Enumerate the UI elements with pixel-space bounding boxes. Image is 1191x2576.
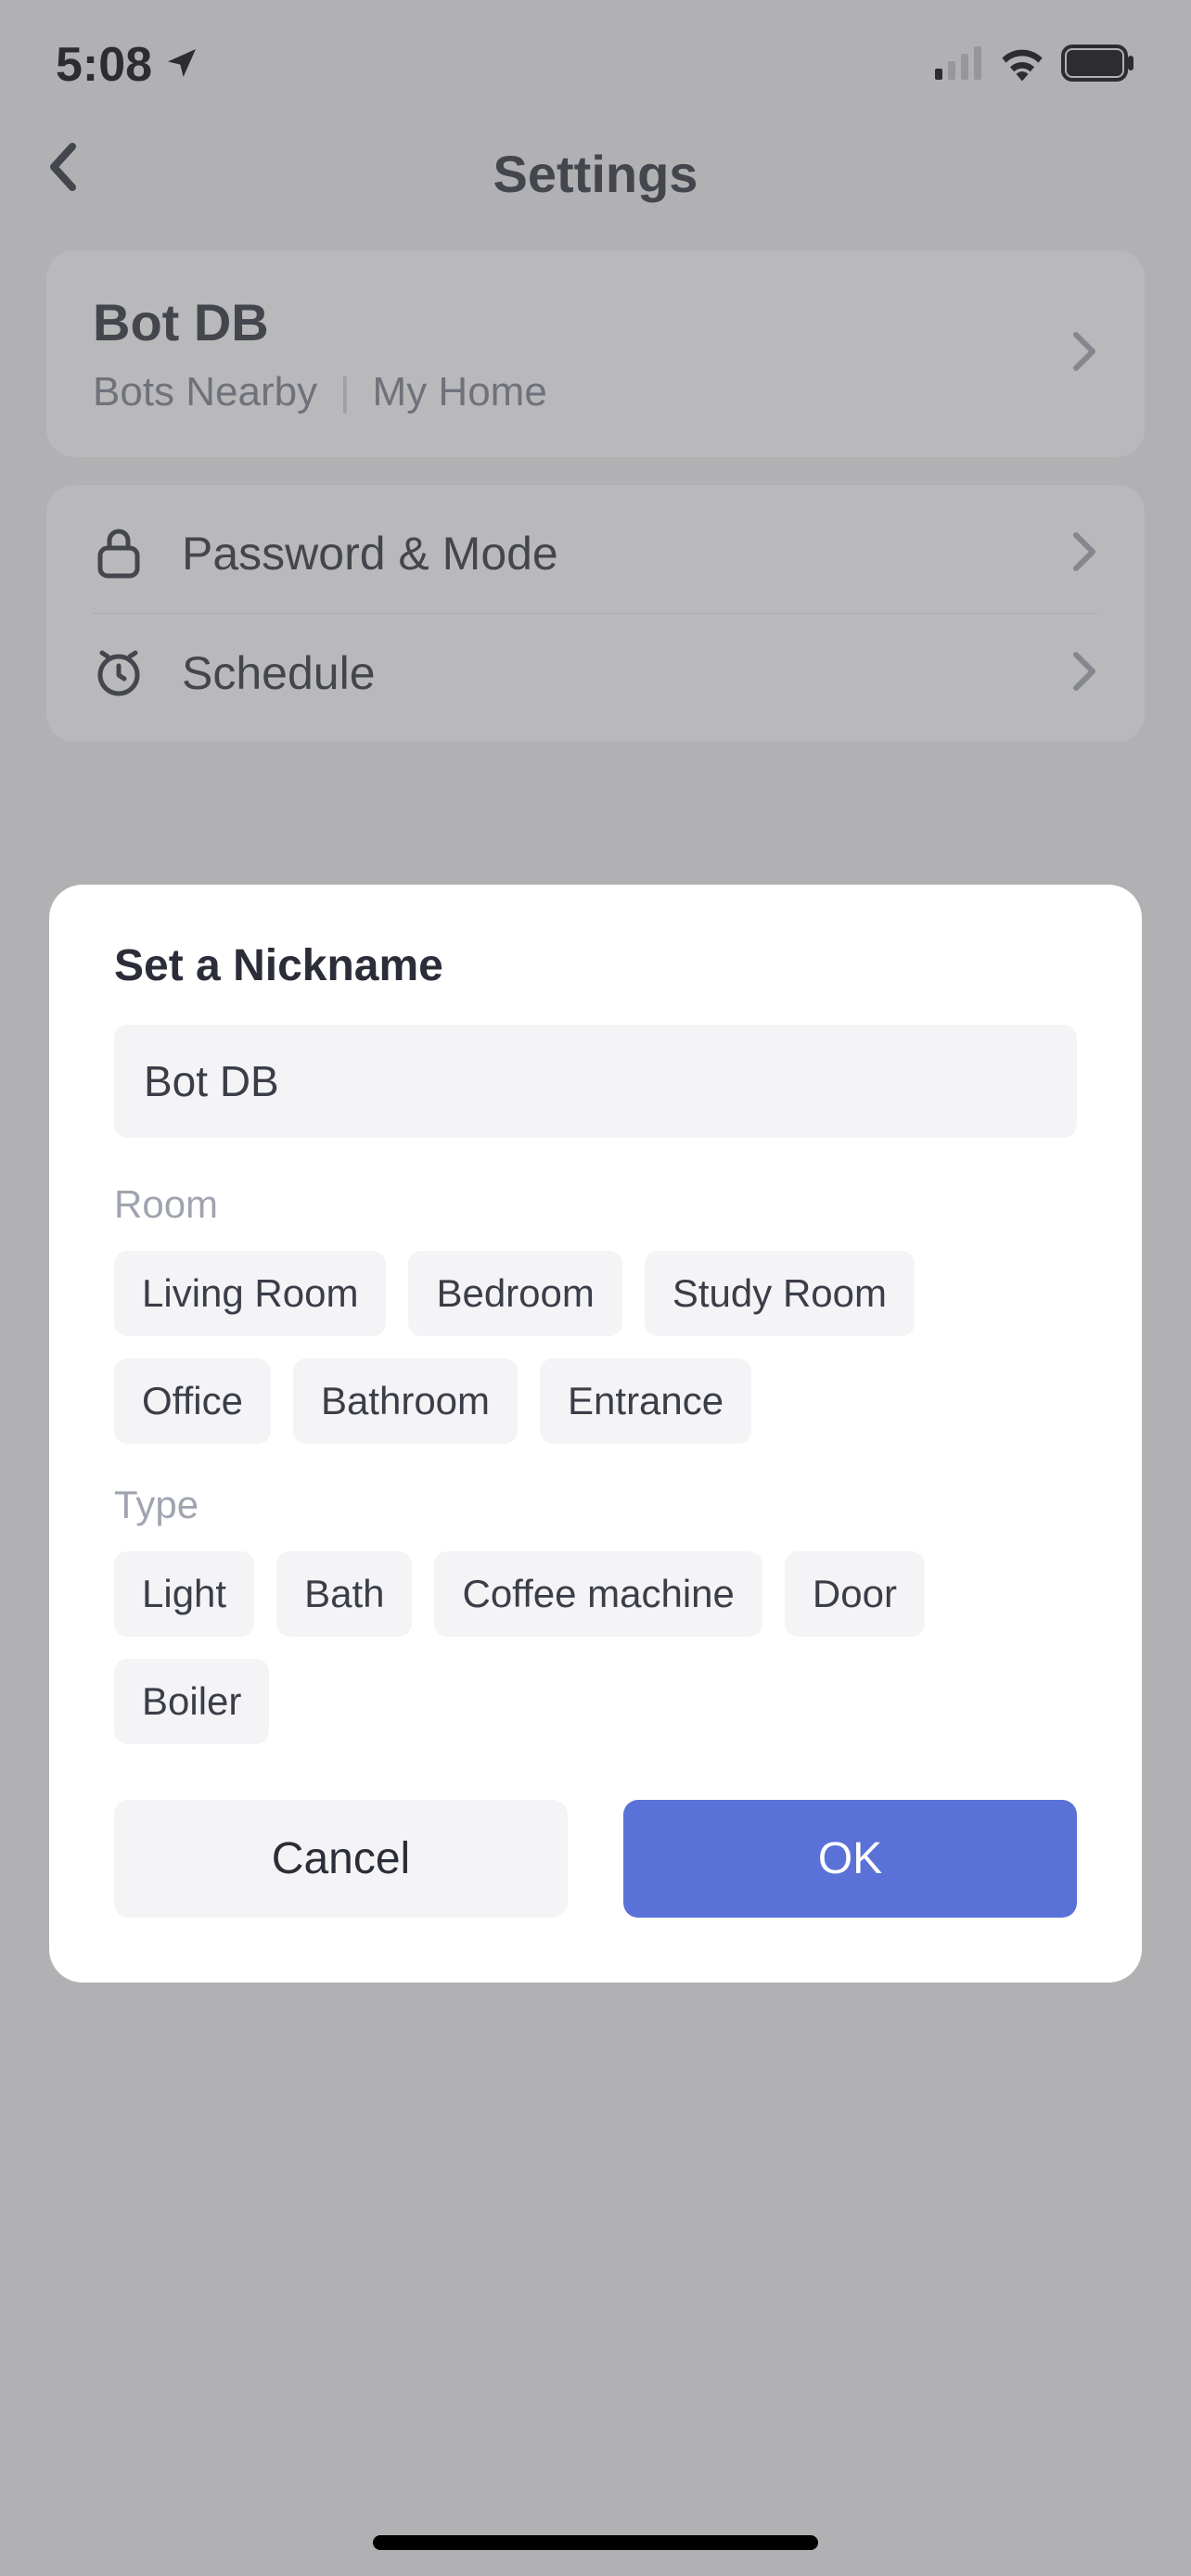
room-chip-living-room[interactable]: Living Room — [114, 1251, 386, 1336]
type-chip-boiler[interactable]: Boiler — [114, 1659, 269, 1744]
type-section-label: Type — [114, 1483, 1077, 1527]
nickname-modal: Set a Nickname Room Living Room Bedroom … — [49, 885, 1142, 1983]
room-chip-row: Living Room Bedroom Study Room Office Ba… — [114, 1251, 1077, 1444]
cancel-button[interactable]: Cancel — [114, 1800, 568, 1918]
room-chip-office[interactable]: Office — [114, 1358, 271, 1444]
type-chip-door[interactable]: Door — [785, 1551, 925, 1637]
home-indicator[interactable] — [373, 2535, 818, 2550]
ok-button[interactable]: OK — [623, 1800, 1077, 1918]
type-chip-coffee-machine[interactable]: Coffee machine — [434, 1551, 762, 1637]
room-chip-entrance[interactable]: Entrance — [540, 1358, 751, 1444]
room-chip-bathroom[interactable]: Bathroom — [293, 1358, 518, 1444]
modal-title: Set a Nickname — [114, 940, 1077, 991]
type-chip-bath[interactable]: Bath — [276, 1551, 412, 1637]
type-chip-row: Light Bath Coffee machine Door Boiler — [114, 1551, 1077, 1744]
nickname-input[interactable] — [114, 1025, 1077, 1138]
modal-overlay[interactable]: Set a Nickname Room Living Room Bedroom … — [0, 0, 1191, 2576]
room-section-label: Room — [114, 1182, 1077, 1227]
type-chip-light[interactable]: Light — [114, 1551, 254, 1637]
room-chip-study-room[interactable]: Study Room — [645, 1251, 915, 1336]
modal-actions: Cancel OK — [114, 1800, 1077, 1918]
room-chip-bedroom[interactable]: Bedroom — [408, 1251, 621, 1336]
